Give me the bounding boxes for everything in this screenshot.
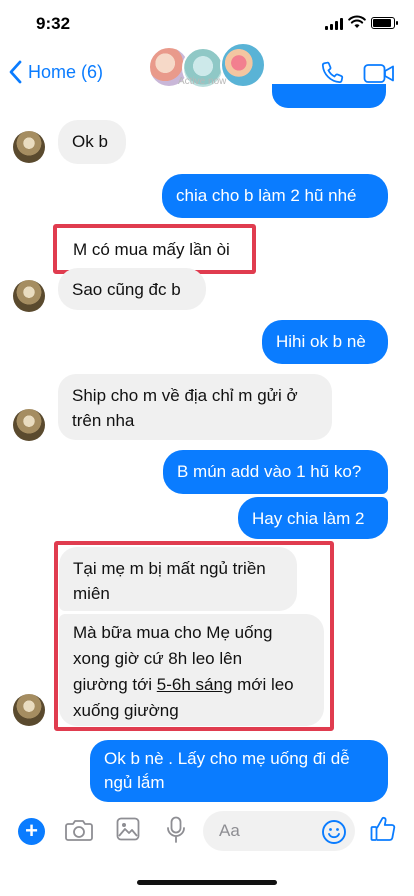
message-line: Ship cho m về địa chỉ m gửi ở: [72, 386, 298, 405]
status-time: 9:32: [36, 14, 71, 33]
video-camera-icon[interactable]: [363, 63, 395, 85]
contact-avatar: [13, 409, 45, 441]
contact-avatar: [13, 280, 45, 312]
message-bubble-outgoing[interactable]: chia cho b làm 2 hũ nhé: [162, 174, 388, 218]
microphone-icon[interactable]: [166, 816, 186, 844]
thumbs-up-icon[interactable]: [370, 815, 396, 843]
message-text: giường tới: [73, 675, 153, 694]
message-bubble-outgoing[interactable]: Hihi ok b nè: [262, 320, 388, 364]
message-line: Tại mẹ m bị mất ngủ triền: [73, 559, 266, 578]
message-line: xuống giường: [73, 701, 179, 720]
underlined-text: 5-6h sáng: [156, 675, 233, 694]
chevron-left-icon: [9, 60, 22, 84]
back-label: Home (6): [28, 61, 104, 82]
message-line: ngủ lắm: [104, 773, 165, 792]
message-input[interactable]: [219, 820, 309, 842]
contact-avatar: [13, 131, 45, 163]
contact-avatar: [13, 694, 45, 726]
message-line: Ok b nè . Lấy cho mẹ uống đi dễ: [104, 749, 350, 768]
message-bubble-outgoing[interactable]: Hay chia làm 2: [238, 497, 388, 539]
message-composer: +: [0, 806, 414, 856]
message-bubble-outgoing[interactable]: [272, 84, 386, 108]
plus-icon[interactable]: +: [18, 818, 45, 845]
photo-icon[interactable]: [116, 817, 140, 841]
message-line: miên: [73, 584, 110, 603]
message-text: mới leo: [237, 675, 294, 694]
message-bubble-incoming[interactable]: Ship cho m về địa chỉ m gửi ở trên nha: [58, 374, 332, 440]
home-indicator[interactable]: [137, 880, 277, 885]
message-bubble-incoming[interactable]: Sao cũng đc b: [58, 268, 206, 310]
signal-icon: [325, 18, 343, 30]
status-bar: 9:32: [0, 0, 414, 46]
message-line: xong giờ cứ 8h leo lên: [73, 649, 243, 668]
message-bubble-incoming[interactable]: M có mua mấy lần òi: [59, 228, 245, 270]
camera-icon[interactable]: [65, 818, 93, 842]
message-bubble-incoming[interactable]: Mà bữa mua cho Mẹ uống xong giờ cứ 8h le…: [59, 614, 324, 726]
message-line: trên nha: [72, 411, 135, 430]
back-button[interactable]: Home (6): [8, 60, 103, 84]
message-line: Mà bữa mua cho Mẹ uống: [73, 623, 273, 642]
message-input-field[interactable]: [203, 811, 355, 851]
message-bubble-incoming[interactable]: Tại mẹ m bị mất ngủ triền miên: [59, 547, 297, 611]
message-bubble-incoming[interactable]: Ok b: [58, 120, 126, 164]
emoji-icon[interactable]: [321, 819, 347, 845]
battery-icon: [371, 17, 398, 29]
phone-icon[interactable]: [320, 60, 346, 86]
message-line: giường tới 5-6h sáng mới leo: [73, 672, 310, 698]
active-status: Active now: [178, 76, 227, 87]
wifi-icon: [348, 15, 366, 28]
message-bubble-outgoing[interactable]: B mún add vào 1 hũ ko?: [163, 450, 388, 494]
avatar: [220, 42, 266, 88]
message-bubble-outgoing[interactable]: Ok b nè . Lấy cho mẹ uống đi dễ ngủ lắm: [90, 740, 388, 802]
